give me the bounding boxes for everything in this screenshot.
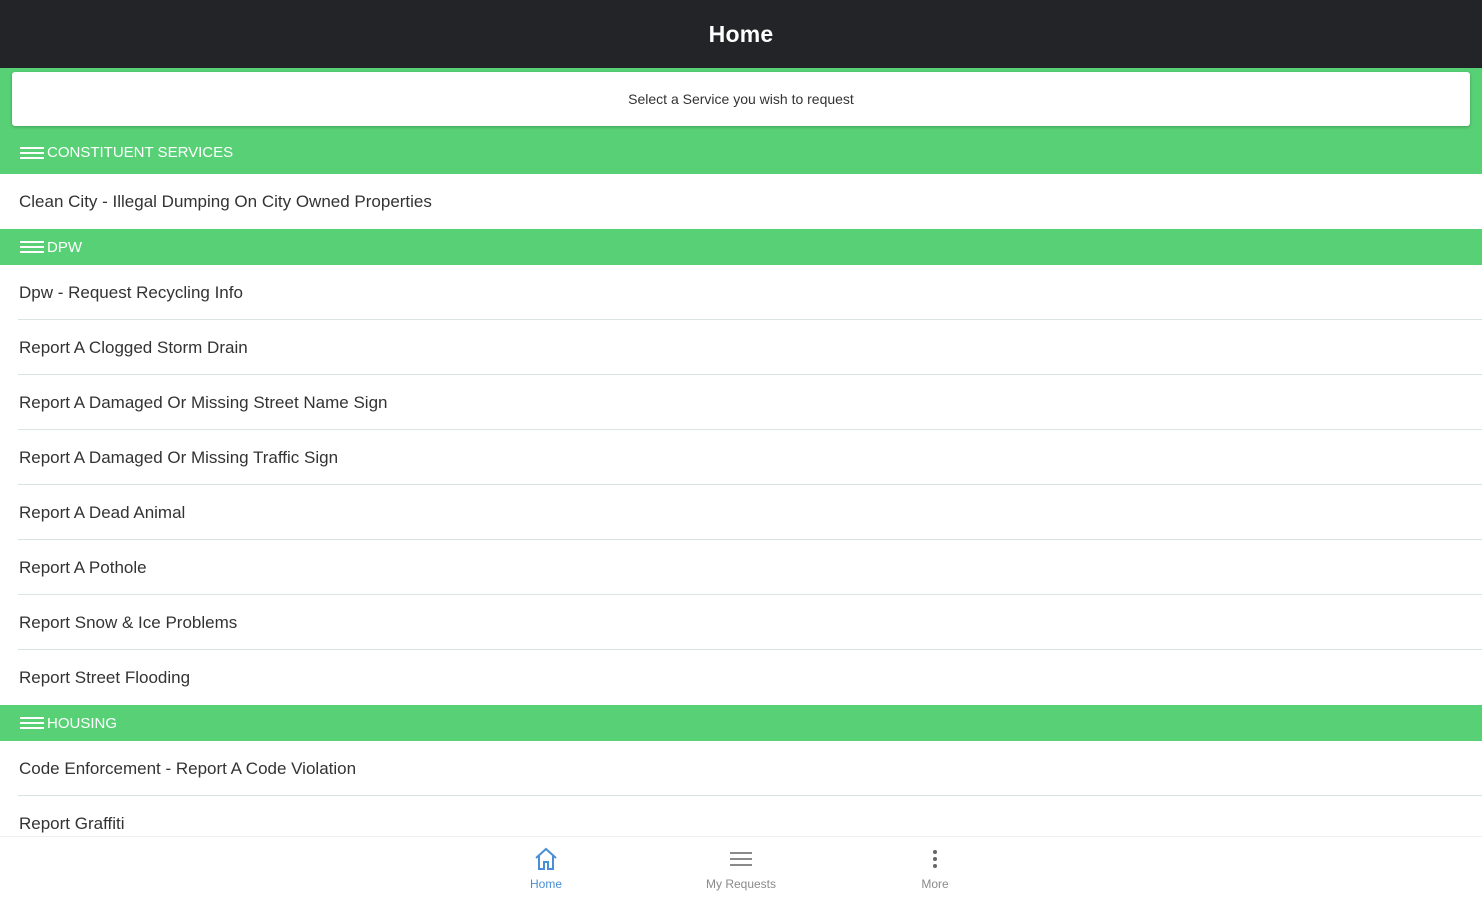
list-item-label: Report Graffiti: [19, 813, 125, 833]
list-item[interactable]: Clean City - Illegal Dumping On City Own…: [0, 174, 1482, 229]
section-menu-icon: [20, 714, 44, 732]
list-item[interactable]: Dpw - Request Recycling Info: [0, 265, 1482, 320]
section-header-housing[interactable]: HOUSING: [0, 705, 1482, 741]
list-item-label: Report A Damaged Or Missing Street Name …: [19, 392, 388, 412]
list-item[interactable]: Report Graffiti: [0, 796, 1482, 836]
section-title: HOUSING: [47, 714, 118, 732]
list-item-label: Report A Pothole: [19, 557, 147, 577]
list-item[interactable]: Report Street Flooding: [0, 650, 1482, 705]
nav-more[interactable]: More: [875, 845, 995, 901]
list-item-label: Report Street Flooding: [19, 667, 191, 687]
list-item-label: Report A Dead Animal: [19, 502, 186, 522]
home-icon: [532, 845, 560, 873]
service-prompt-card: Select a Service you wish to request: [12, 72, 1470, 126]
section-menu-icon: [20, 144, 44, 162]
list-item[interactable]: Report A Damaged Or Missing Traffic Sign: [0, 430, 1482, 485]
section-title: DPW: [47, 238, 82, 256]
list-item[interactable]: Report A Damaged Or Missing Street Name …: [0, 375, 1482, 430]
more-vertical-icon: [921, 845, 949, 873]
nav-more-label: More: [921, 877, 949, 891]
list-item[interactable]: Report Snow & Ice Problems: [0, 595, 1482, 650]
list-item-label: Dpw - Request Recycling Info: [19, 282, 243, 302]
list-icon: [727, 845, 755, 873]
section-header-dpw[interactable]: DPW: [0, 229, 1482, 265]
section-header-constituent-services[interactable]: CONSTITUENT SERVICES: [0, 131, 1482, 174]
list-item[interactable]: Report A Pothole: [0, 540, 1482, 595]
nav-my-requests[interactable]: My Requests: [681, 845, 801, 901]
top-app-bar: Home: [0, 0, 1482, 68]
list-item-label: Report Snow & Ice Problems: [19, 612, 238, 632]
list-item-label: Report A Clogged Storm Drain: [19, 337, 248, 357]
nav-home[interactable]: Home: [486, 845, 606, 901]
bottom-navigation: Home My Requests More: [0, 836, 1482, 901]
service-list: CONSTITUENT SERVICES Clean City - Illega…: [0, 131, 1482, 836]
nav-home-label: Home: [529, 877, 562, 891]
section-menu-icon: [20, 238, 44, 256]
list-item[interactable]: Report A Dead Animal: [0, 485, 1482, 540]
list-item[interactable]: Report A Clogged Storm Drain: [0, 320, 1482, 375]
list-item-label: Clean City - Illegal Dumping On City Own…: [19, 191, 432, 211]
page-title: Home: [708, 20, 774, 47]
service-prompt-text: Select a Service you wish to request: [628, 91, 854, 107]
list-item[interactable]: Code Enforcement - Report A Code Violati…: [0, 741, 1482, 796]
list-item-label: Code Enforcement - Report A Code Violati…: [19, 758, 357, 778]
section-title: CONSTITUENT SERVICES: [47, 144, 234, 161]
nav-requests-label: My Requests: [705, 877, 777, 891]
list-item-label: Report A Damaged Or Missing Traffic Sign: [19, 447, 339, 467]
